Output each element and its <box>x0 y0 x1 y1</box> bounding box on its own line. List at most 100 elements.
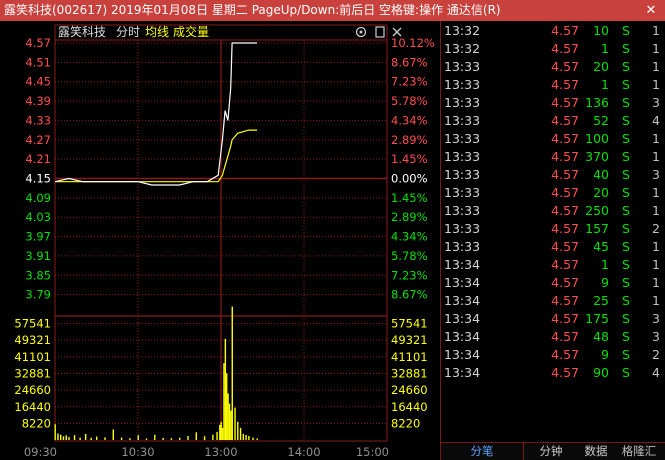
tick-time: 13:34 <box>444 311 481 326</box>
close-icon[interactable]: ✕ <box>643 0 659 21</box>
volume-bar <box>90 437 92 440</box>
percent-tick-label: 1.45% <box>391 191 428 205</box>
tick-row[interactable]: 13:33 4.57 45 S 1 <box>441 238 665 256</box>
volume-bar <box>96 436 98 440</box>
tick-row[interactable]: 13:33 4.57 136 S 3 <box>441 94 665 112</box>
volume-bar <box>162 437 164 440</box>
tick-price: 4.57 <box>551 59 579 74</box>
tick-price: 4.57 <box>551 95 579 110</box>
tick-time: 13:33 <box>444 167 481 182</box>
volume-bar <box>242 433 245 440</box>
tick-row[interactable]: 13:33 4.57 370 S 1 <box>441 148 665 166</box>
tick-volume: 40 <box>593 167 609 182</box>
tick-count: 4 <box>652 113 660 128</box>
volume-bar <box>65 435 67 440</box>
volume-tick-label: 57541 <box>14 317 51 331</box>
tick-price: 4.57 <box>551 167 579 182</box>
intraday-chart-pane[interactable]: 4.57 10.12% 4.51 8.67% 4.45 7.23% 4.39 5.78% 4.3… <box>0 21 440 460</box>
tick-volume: 20 <box>593 59 609 74</box>
close-icon[interactable] <box>392 27 402 37</box>
tick-volume: 9 <box>601 275 609 290</box>
tick-row[interactable]: 13:33 4.57 20 S 1 <box>441 58 665 76</box>
volume-bar <box>230 410 232 440</box>
volume-tick-label: 8220 <box>22 416 51 430</box>
tick-row[interactable]: 13:34 4.57 175 S 3 <box>441 310 665 328</box>
tick-side: S <box>622 329 630 344</box>
tab-data[interactable]: 数据 <box>581 443 611 460</box>
price-line <box>54 42 257 186</box>
volume-tick-label: 24660 <box>14 383 51 397</box>
percent-tick-label: 8.67% <box>391 55 428 69</box>
time-tick-label: 10:30 <box>121 445 154 459</box>
volume-tick-label: 32881 <box>14 366 51 380</box>
restore-icon[interactable] <box>375 26 385 38</box>
tick-row[interactable]: 13:33 4.57 1 S 1 <box>441 76 665 94</box>
volume-bar <box>228 403 231 440</box>
tick-price: 4.57 <box>551 275 579 290</box>
tab-ticks[interactable]: 分笔 <box>443 443 521 460</box>
volume-bar <box>223 363 225 440</box>
tick-row[interactable]: 13:32 4.57 1 S 1 <box>441 40 665 58</box>
price-tick-label: 4.57 <box>25 36 51 50</box>
settings-icon[interactable] <box>355 26 367 38</box>
price-tick-label: 4.51 <box>25 55 51 69</box>
volume-bar <box>187 435 189 440</box>
volume-tick-label-right: 57541 <box>391 317 428 331</box>
tick-count: 1 <box>652 59 660 74</box>
tick-count: 3 <box>652 167 660 182</box>
tick-count: 1 <box>652 131 660 146</box>
tick-price: 4.57 <box>551 77 579 92</box>
volume-tick-label-right: 16440 <box>391 400 428 414</box>
tick-row[interactable]: 13:34 4.57 9 S 1 <box>441 274 665 292</box>
price-tick-label: 4.03 <box>25 210 51 224</box>
tick-count: 3 <box>652 95 660 110</box>
tick-count: 1 <box>652 77 660 92</box>
price-tick-label: 4.15 <box>25 172 51 186</box>
tick-time: 13:33 <box>444 221 481 236</box>
intraday-chart[interactable]: 4.57 10.12% 4.51 8.67% 4.45 7.23% 4.39 5.78% 4.3… <box>0 21 440 460</box>
tick-list[interactable]: 13:32 4.57 10 S 1 13:32 4.57 1 S 1 13:33 4.57 20 S 1 13… <box>440 21 665 442</box>
tick-row[interactable]: 13:34 4.57 9 S 2 <box>441 346 665 364</box>
tick-price: 4.57 <box>551 131 579 146</box>
tick-row[interactable]: 13:33 4.57 100 S 1 <box>441 130 665 148</box>
tick-volume: 136 <box>585 95 609 110</box>
tick-row[interactable]: 13:33 4.57 40 S 3 <box>441 166 665 184</box>
tick-count: 2 <box>652 221 660 236</box>
mode-label[interactable]: 分时 <box>116 25 140 39</box>
percent-tick-label: 7.23% <box>391 268 428 282</box>
tick-volume: 90 <box>593 365 609 380</box>
volume-bar <box>145 438 148 440</box>
bottom-tab-bar: 分笔 分钟 数据 格隆汇 <box>440 442 665 460</box>
tick-row[interactable]: 13:33 4.57 52 S 4 <box>441 112 665 130</box>
tick-volume: 1 <box>601 257 609 272</box>
tab-minutes[interactable]: 分钟 <box>526 443 576 460</box>
tick-count: 1 <box>652 23 660 38</box>
tick-row[interactable]: 13:34 4.57 1 S 1 <box>441 256 665 274</box>
tick-time: 13:34 <box>444 275 481 290</box>
tick-count: 3 <box>652 329 660 344</box>
percent-tick-label: 2.89% <box>391 133 428 147</box>
volume-bar <box>256 438 258 440</box>
tick-row[interactable]: 13:33 4.57 20 S 1 <box>441 184 665 202</box>
volume-tick-label-right: 32881 <box>391 366 428 380</box>
tick-volume: 10 <box>593 23 609 38</box>
tick-time: 13:33 <box>444 59 481 74</box>
volume-bar <box>137 435 139 440</box>
price-tick-label: 4.09 <box>25 191 51 205</box>
volume-bar <box>224 338 227 440</box>
tick-count: 1 <box>652 257 660 272</box>
tick-row[interactable]: 13:33 4.57 250 S 1 <box>441 202 665 220</box>
volume-bar <box>129 438 131 440</box>
tick-time: 13:33 <box>444 239 481 254</box>
tick-count: 1 <box>652 149 660 164</box>
tick-row[interactable]: 13:34 4.57 25 S 1 <box>441 292 665 310</box>
tick-price: 4.57 <box>551 113 579 128</box>
time-tick-label: 13:00 <box>204 445 237 459</box>
tick-time: 13:33 <box>444 95 481 110</box>
tick-row[interactable]: 13:32 4.57 10 S 1 <box>441 22 665 40</box>
tick-side: S <box>622 365 630 380</box>
tick-row[interactable]: 13:34 4.57 48 S 3 <box>441 328 665 346</box>
tick-volume: 48 <box>593 329 609 344</box>
tick-row[interactable]: 13:34 4.57 90 S 4 <box>441 364 665 382</box>
tick-row[interactable]: 13:33 4.57 157 S 2 <box>441 220 665 238</box>
